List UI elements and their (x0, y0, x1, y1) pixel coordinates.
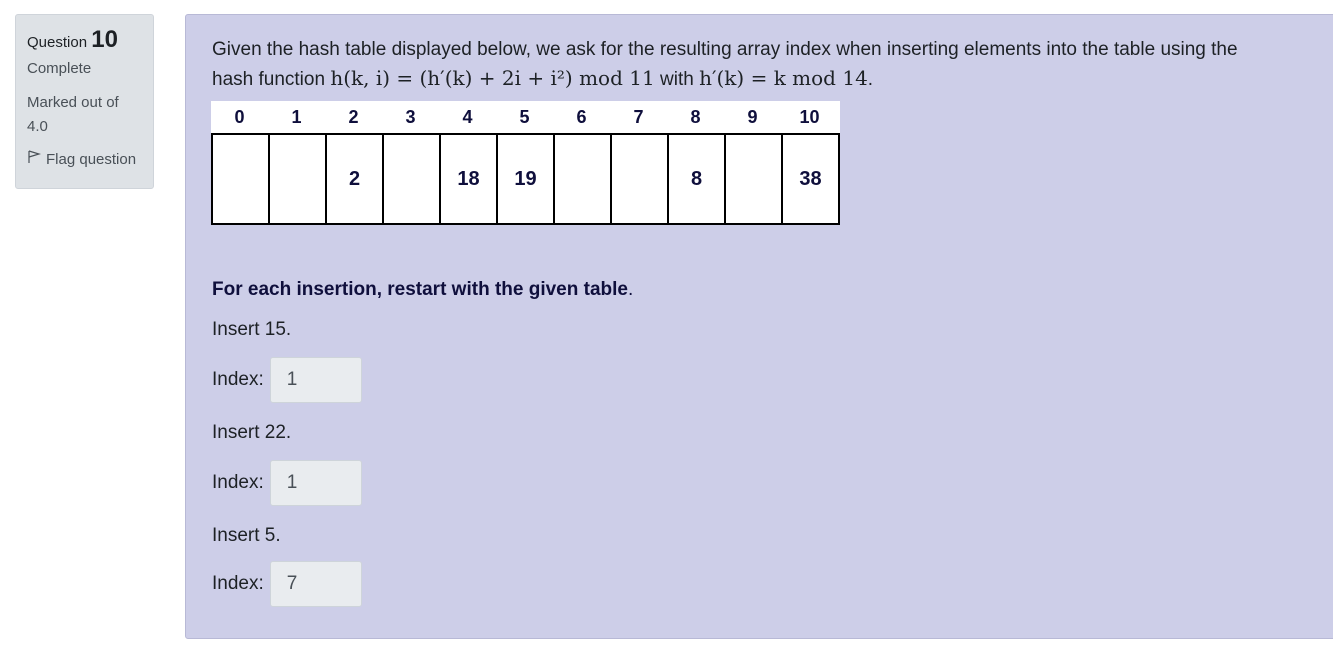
hash-table-cell: 38 (783, 135, 840, 223)
instruction: For each insertion, restart with the giv… (212, 279, 633, 301)
question-label: Question (27, 34, 88, 51)
hash-table-cell: 19 (498, 135, 555, 223)
hash-table-index: 3 (405, 107, 416, 127)
hash-table-index: 5 (519, 107, 530, 127)
hash-table-cell: 8 (669, 135, 726, 223)
flag-question-link[interactable]: Flag question (27, 150, 142, 168)
index-row-2: Index: 1 (212, 460, 362, 506)
index-label: Index: (212, 573, 264, 594)
aux-formula: h′(k) = k mod 14 (699, 66, 868, 90)
hash-table-row: 2 18 19 8 38 (211, 133, 840, 225)
hash-table-cell: 2 (327, 135, 384, 223)
question-number: Question 10 (27, 26, 142, 54)
flag-icon (27, 150, 42, 168)
hash-table-index: 6 (576, 107, 587, 127)
index-answer-field-2[interactable]: 1 (269, 460, 362, 506)
hash-table-cell (612, 135, 669, 223)
hash-table-cell (270, 135, 327, 223)
question-info-panel: Question 10 Complete Marked out of 4.0 F… (15, 14, 154, 189)
instruction-bold: For each insertion, restart with the giv… (212, 279, 628, 300)
hash-table-index: 4 (462, 107, 473, 127)
index-answer-field-1[interactable]: 1 (269, 357, 362, 403)
hash-table-index: 1 (291, 107, 302, 127)
hash-table-index: 8 (690, 107, 701, 127)
question-intro: Given the hash table displayed below, we… (212, 39, 1238, 60)
hash-table: 0 1 2 3 4 5 6 7 8 9 10 2 18 19 8 38 (211, 101, 840, 225)
hash-prefix: hash function (212, 69, 326, 90)
hash-formula: h(k, i) = (h′(k) + 2i + i²) mod 11 (330, 66, 655, 90)
insert-prompt-3: Insert 5. (212, 525, 281, 546)
index-label: Index: (212, 472, 264, 493)
index-row-1: Index: 1 (212, 357, 362, 403)
hash-table-cell (726, 135, 783, 223)
hash-table-cell (384, 135, 441, 223)
question-state: Complete (27, 60, 92, 77)
question-text: Given the hash table displayed below, we… (212, 35, 1332, 94)
index-label: Index: (212, 369, 264, 390)
hash-table-index: 10 (799, 107, 820, 127)
hash-table-index: 0 (234, 107, 245, 127)
question-grade: Marked out of 4.0 (27, 94, 119, 135)
insert-prompt-2: Insert 22. (212, 422, 292, 443)
formula-period: . (867, 69, 874, 90)
hash-table-cell (555, 135, 612, 223)
hash-table-index: 9 (747, 107, 758, 127)
question-content: Given the hash table displayed below, we… (185, 14, 1333, 639)
hash-table-header: 0 1 2 3 4 5 6 7 8 9 10 (211, 101, 840, 133)
index-row-3: Index: 7 (212, 561, 362, 607)
hash-table-index: 2 (348, 107, 359, 127)
index-answer-field-3[interactable]: 7 (269, 561, 362, 607)
with-label: with (660, 69, 694, 90)
question-number-value: 10 (91, 26, 118, 53)
hash-table-cell (213, 135, 270, 223)
hash-table-index: 7 (633, 107, 644, 127)
hash-table-cell: 18 (441, 135, 498, 223)
flag-question-label: Flag question (46, 150, 137, 168)
insert-prompt-1: Insert 15. (212, 319, 292, 340)
instruction-end: . (627, 279, 634, 300)
